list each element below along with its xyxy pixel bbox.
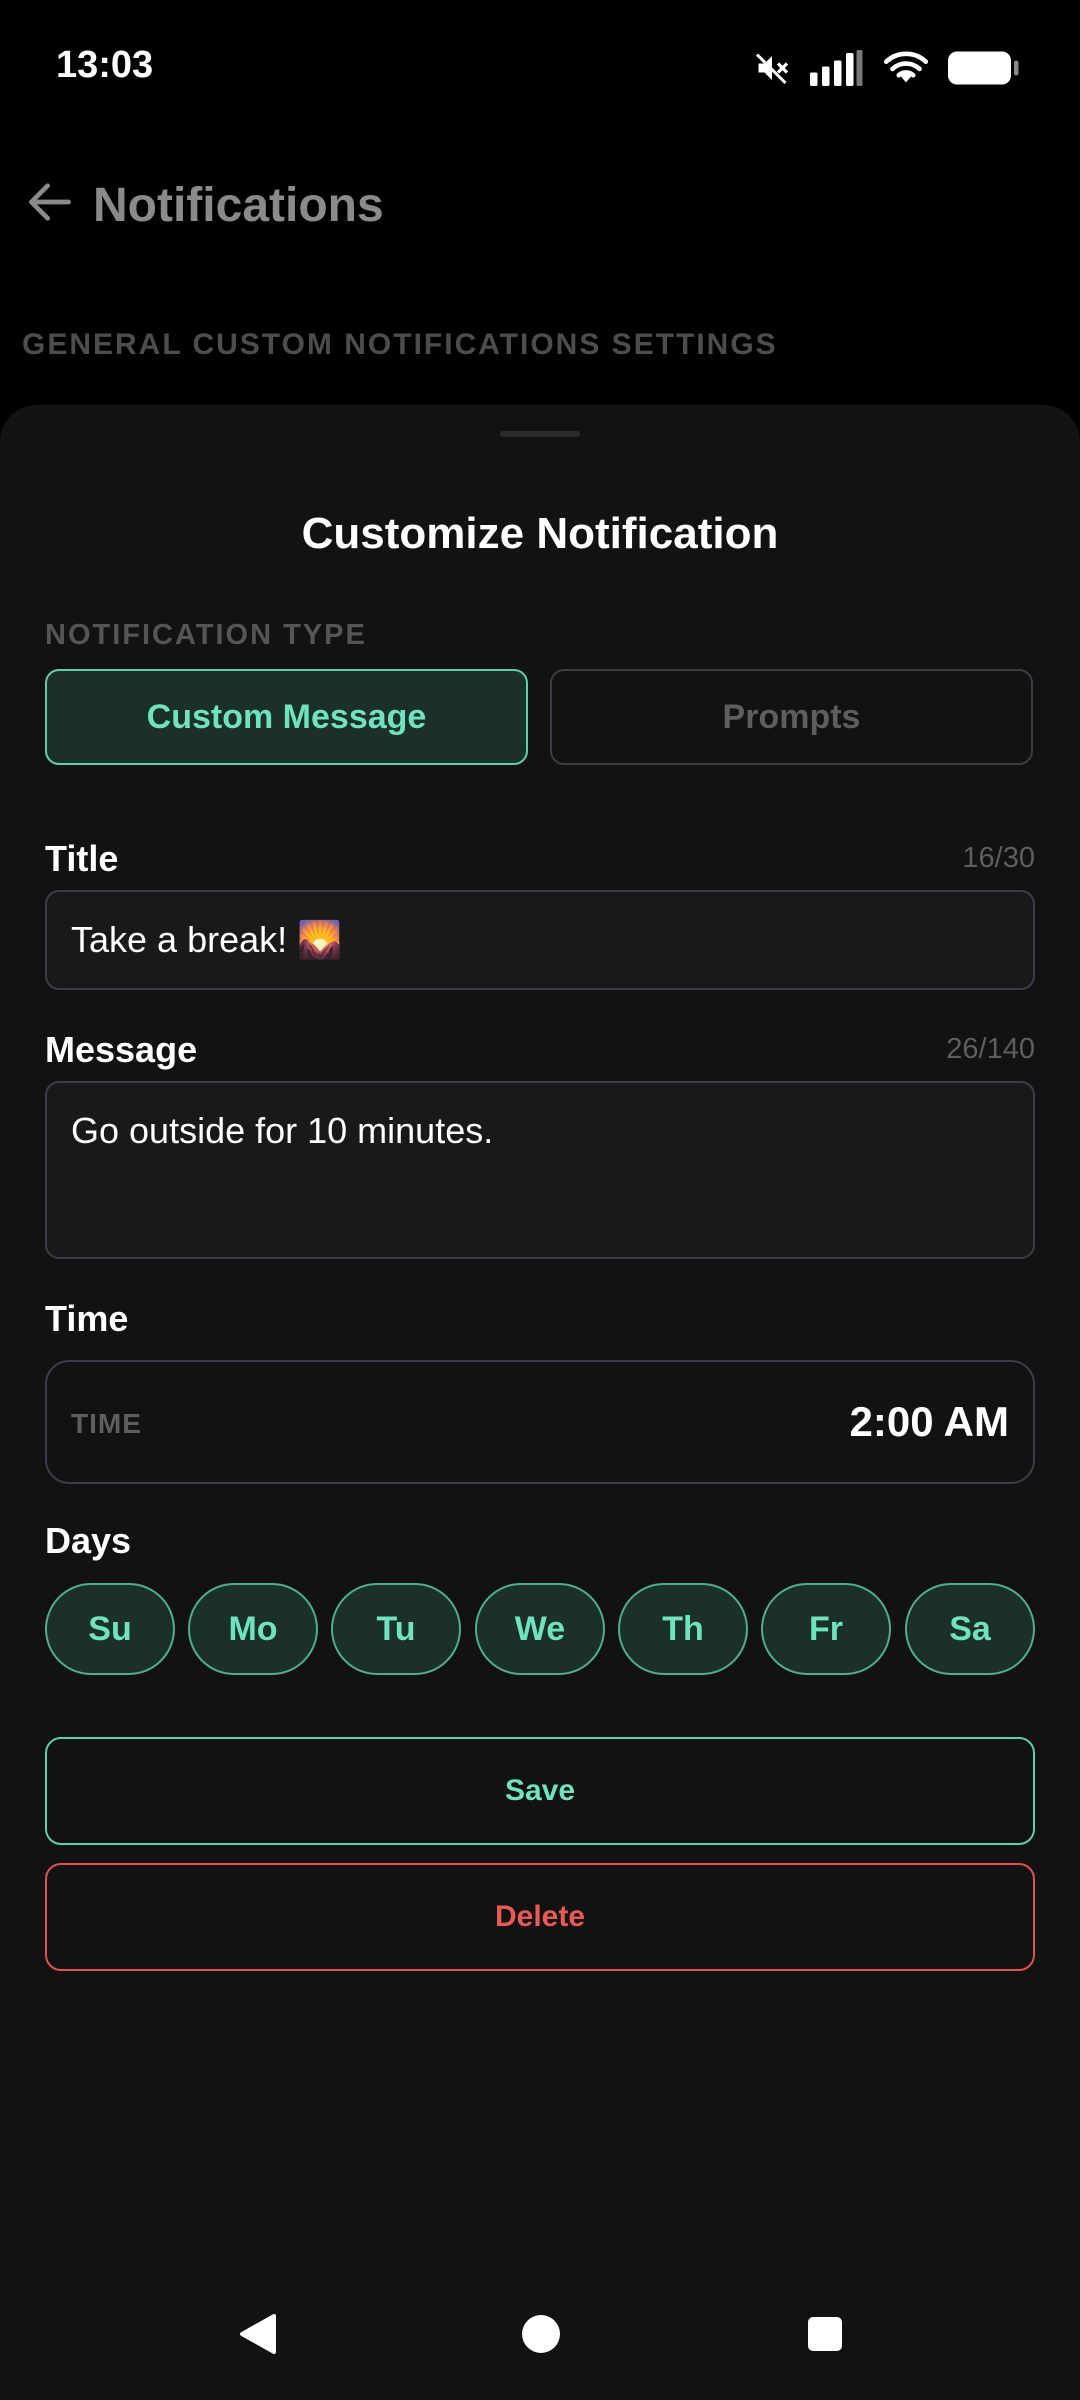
day-thursday[interactable]: Th (618, 1583, 748, 1675)
title-counter: 16/30 (962, 842, 1035, 874)
battery-icon (948, 51, 1019, 85)
sheet-drag-handle[interactable] (500, 431, 580, 437)
tab-custom-message[interactable]: Custom Message (45, 669, 528, 765)
save-button[interactable]: Save (45, 1737, 1035, 1845)
day-monday[interactable]: Mo (188, 1583, 318, 1675)
nav-back-icon[interactable] (236, 2312, 278, 2356)
status-bar: 13:03 (0, 0, 1080, 135)
day-friday[interactable]: Fr (761, 1583, 891, 1675)
message-input[interactable]: Go outside for 10 minutes. (45, 1081, 1035, 1259)
system-nav-bar (0, 2290, 1080, 2400)
status-icons (754, 46, 1020, 90)
day-tuesday[interactable]: Tu (331, 1583, 461, 1675)
time-section-label: Time (45, 1298, 129, 1339)
day-sunday[interactable]: Su (45, 1583, 175, 1675)
day-wednesday[interactable]: We (475, 1583, 605, 1675)
day-saturday[interactable]: Sa (905, 1583, 1035, 1675)
back-button[interactable] (22, 174, 78, 230)
notification-type-label: NOTIFICATION TYPE (45, 619, 367, 651)
message-label: Message (45, 1029, 198, 1070)
time-value: 2:00 AM (849, 1398, 1010, 1445)
section-header: GENERAL CUSTOM NOTIFICATIONS SETTINGS (22, 328, 778, 361)
time-inner-label: TIME (71, 1408, 142, 1439)
message-counter: 26/140 (946, 1033, 1035, 1065)
customize-notification-sheet: Customize Notification NOTIFICATION TYPE… (0, 405, 1080, 2400)
delete-button[interactable]: Delete (45, 1863, 1035, 1971)
sheet-title: Customize Notification (301, 509, 779, 558)
nav-recents-icon[interactable] (807, 2316, 843, 2352)
page-title: Notifications (93, 179, 384, 232)
time-picker[interactable]: TIME 2:00 AM (45, 1360, 1035, 1484)
tab-prompts[interactable]: Prompts (550, 669, 1033, 765)
wifi-icon (884, 51, 928, 83)
app-bar: Notifications (0, 150, 1080, 260)
status-time: 13:03 (56, 44, 154, 86)
arrow-left-icon (29, 183, 71, 221)
mute-icon (755, 53, 789, 85)
days-label: Days (45, 1520, 132, 1561)
title-label: Title (45, 838, 119, 879)
nav-home-icon[interactable] (521, 2314, 561, 2354)
days-selector: Su Mo Tu We Th Fr Sa (45, 1583, 1035, 1675)
title-input[interactable]: Take a break! 🌄 (45, 890, 1035, 990)
signal-icon (810, 50, 863, 86)
